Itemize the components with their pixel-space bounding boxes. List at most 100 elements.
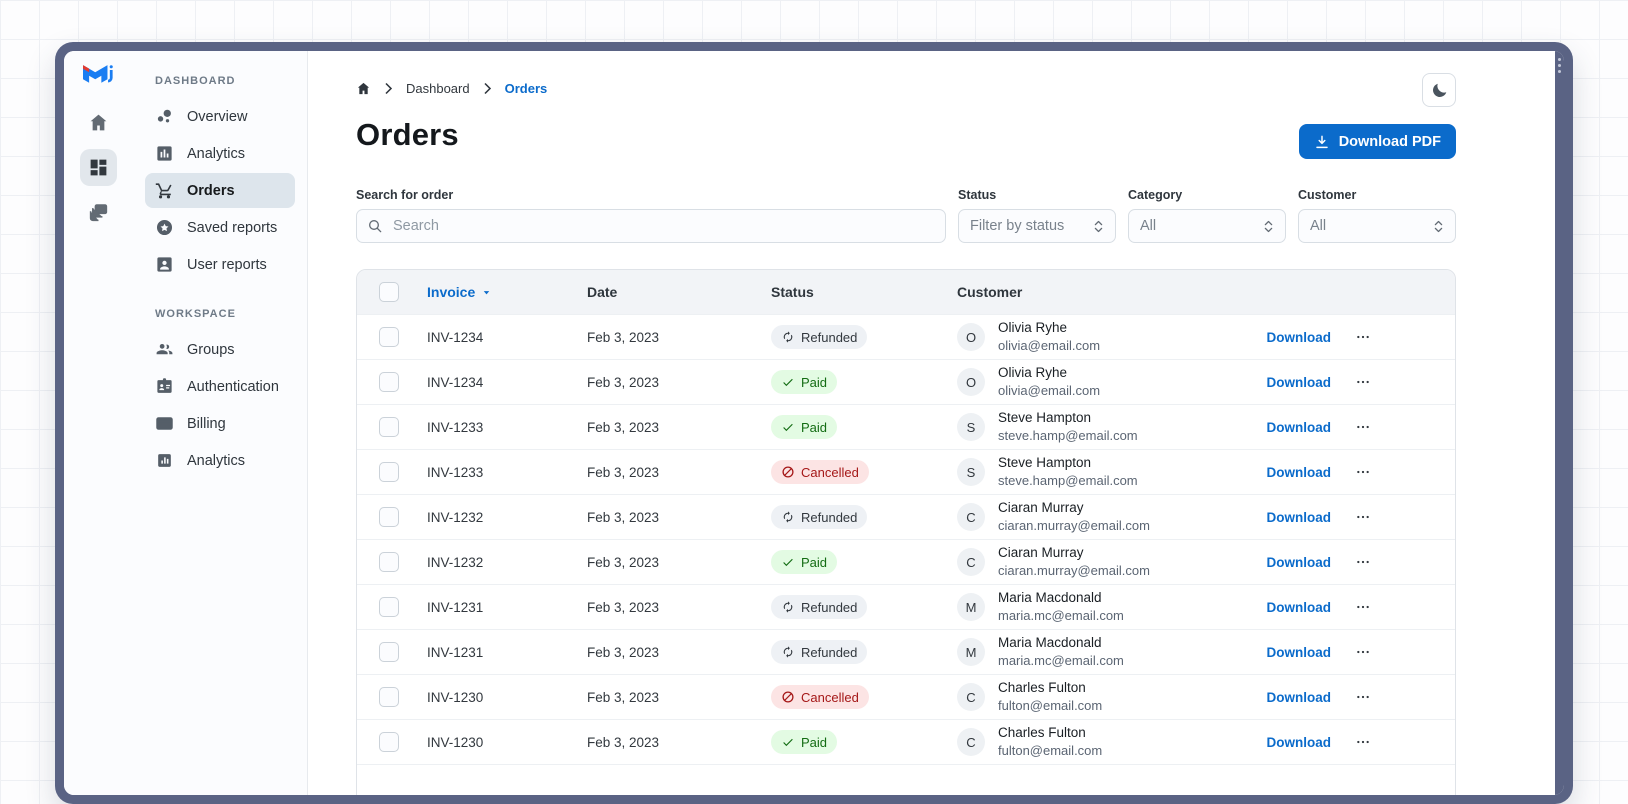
download-link[interactable]: Download <box>1267 420 1332 435</box>
cell-date: Feb 3, 2023 <box>587 599 660 615</box>
cell-date: Feb 3, 2023 <box>587 734 660 750</box>
row-checkbox[interactable] <box>379 732 399 752</box>
main-area: Dashboard Orders Orders Download PDF Sea… <box>308 51 1555 795</box>
breadcrumb-dashboard[interactable]: Dashboard <box>406 81 470 96</box>
dashboard-icon <box>88 157 109 178</box>
credit-card-icon <box>155 414 174 433</box>
customer-name: Ciaran Murray <box>998 500 1084 516</box>
search-filter-group: Search for order <box>356 188 946 243</box>
row-menu-button[interactable] <box>1355 734 1371 750</box>
nav-item-label: Analytics <box>187 145 246 162</box>
row-checkbox[interactable] <box>379 597 399 617</box>
customer-name: Charles Fulton <box>998 725 1086 741</box>
customer-name: Olivia Ryhe <box>998 320 1068 336</box>
nav-item-analytics[interactable]: Analytics <box>145 136 295 171</box>
home-icon[interactable] <box>356 81 371 96</box>
cell-invoice: INV-1232 <box>427 554 484 570</box>
download-link[interactable]: Download <box>1267 330 1332 345</box>
cell-date: Feb 3, 2023 <box>587 644 660 660</box>
rail-item-home[interactable] <box>80 104 117 141</box>
row-checkbox[interactable] <box>379 327 399 347</box>
table-row: INV-1234 Feb 3, 2023 Paid O Olivia Ryhe olivi… <box>357 359 1455 404</box>
search-input[interactable] <box>391 217 935 235</box>
status-select[interactable]: Filter by status <box>958 209 1116 243</box>
chart-box-icon <box>155 451 174 470</box>
download-link[interactable]: Download <box>1267 690 1332 705</box>
app-window-content: DASHBOARD Overview Analytics Orders Saved re… <box>64 51 1564 795</box>
nav-item-saved-reports[interactable]: Saved reports <box>145 210 295 245</box>
download-link[interactable]: Download <box>1267 645 1332 660</box>
row-checkbox[interactable] <box>379 462 399 482</box>
status-label: Refunded <box>801 509 858 525</box>
download-link[interactable]: Download <box>1267 555 1332 570</box>
row-menu-button[interactable] <box>1355 644 1371 660</box>
column-header-invoice[interactable]: Invoice <box>421 284 581 300</box>
status-chip: Refunded <box>771 505 868 529</box>
customer-select[interactable]: All <box>1298 209 1456 243</box>
nav-item-orders[interactable]: Orders <box>145 173 295 208</box>
row-menu-button[interactable] <box>1355 689 1371 705</box>
select-all-checkbox[interactable] <box>379 282 399 302</box>
row-checkbox[interactable] <box>379 372 399 392</box>
cell-date: Feb 3, 2023 <box>587 464 660 480</box>
avatar: O <box>957 323 985 351</box>
refresh-icon <box>781 645 795 659</box>
scrollbar[interactable] <box>1555 51 1564 795</box>
category-select[interactable]: All <box>1128 209 1286 243</box>
table-row: INV-1232 Feb 3, 2023 Paid C Ciaran Murray cia… <box>357 539 1455 584</box>
cell-date: Feb 3, 2023 <box>587 554 660 570</box>
breadcrumb-orders[interactable]: Orders <box>505 81 548 96</box>
status-chip: Refunded <box>771 640 868 664</box>
rail-item-window-stack[interactable] <box>80 194 117 231</box>
status-label: Paid <box>801 374 828 390</box>
download-link[interactable]: Download <box>1267 375 1332 390</box>
nav-item-groups[interactable]: Groups <box>145 332 295 367</box>
rail-item-dashboard[interactable] <box>80 149 117 186</box>
table-row: INV-1234 Feb 3, 2023 Refunded O Olivia Ryhe o… <box>357 314 1455 359</box>
download-link[interactable]: Download <box>1267 465 1332 480</box>
nav-item-overview[interactable]: Overview <box>145 99 295 134</box>
table-row: INV-1232 Feb 3, 2023 Refunded C Ciaran Murra… <box>357 494 1455 539</box>
nav-item-user-reports[interactable]: User reports <box>145 247 295 282</box>
download-link[interactable]: Download <box>1267 510 1332 525</box>
status-label: Refunded <box>801 329 858 345</box>
download-link[interactable]: Download <box>1267 600 1332 615</box>
table-row: INV-1230 Feb 3, 2023 Paid C Charles Fulton fu… <box>357 719 1455 764</box>
nav-item-billing[interactable]: Billing <box>145 406 295 441</box>
customer-email: fulton@email.com <box>998 697 1103 713</box>
row-menu-button[interactable] <box>1355 554 1371 570</box>
row-menu-button[interactable] <box>1355 374 1371 390</box>
nav-item-label: Orders <box>187 182 235 199</box>
status-chip: Paid <box>771 550 838 574</box>
table-row: INV-1231 Feb 3, 2023 Refunded M Maria Macdon… <box>357 629 1455 674</box>
row-checkbox[interactable] <box>379 552 399 572</box>
customer-email: olivia@email.com <box>998 337 1101 353</box>
nav-item-label: Analytics <box>187 452 246 469</box>
nav-item-label: Saved reports <box>187 219 278 236</box>
nav-item-analytics[interactable]: Analytics <box>145 443 295 478</box>
nav-item-authentication[interactable]: Authentication <box>145 369 295 404</box>
row-menu-button[interactable] <box>1355 464 1371 480</box>
status-chip: Refunded <box>771 325 868 349</box>
status-label: Refunded <box>801 599 858 615</box>
window-stack-icon <box>88 202 109 223</box>
row-menu-button[interactable] <box>1355 419 1371 435</box>
row-menu-button[interactable] <box>1355 509 1371 525</box>
customer-email: steve.hamp@email.com <box>998 427 1138 443</box>
theme-toggle-button[interactable] <box>1422 73 1456 107</box>
download-link[interactable]: Download <box>1267 735 1332 750</box>
check-icon <box>781 420 795 434</box>
cell-invoice: INV-1231 <box>427 599 484 615</box>
row-checkbox[interactable] <box>379 642 399 662</box>
row-checkbox[interactable] <box>379 507 399 527</box>
row-checkbox[interactable] <box>379 417 399 437</box>
bubble-chart-icon <box>155 107 174 126</box>
nav-section-label: WORKSPACE <box>155 308 236 320</box>
row-checkbox[interactable] <box>379 687 399 707</box>
table-row: INV-1233 Feb 3, 2023 Paid S Steve Hampton ste… <box>357 404 1455 449</box>
download-pdf-button[interactable]: Download PDF <box>1298 124 1456 159</box>
refresh-icon <box>781 510 795 524</box>
row-menu-button[interactable] <box>1355 329 1371 345</box>
row-menu-button[interactable] <box>1355 599 1371 615</box>
scrollbar-thumb[interactable] <box>1558 58 1561 61</box>
